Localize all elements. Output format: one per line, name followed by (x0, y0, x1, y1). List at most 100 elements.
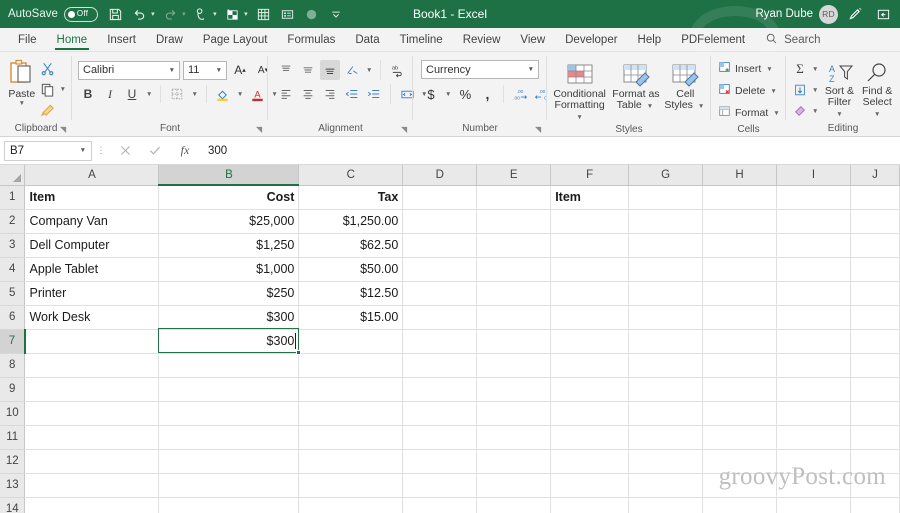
cell-A2[interactable]: Company Van (24, 209, 160, 234)
cell-F6[interactable] (550, 305, 630, 330)
user-name[interactable]: Ryan Dube (755, 8, 813, 20)
cell-J10[interactable] (850, 401, 900, 426)
cell-D2[interactable] (402, 209, 478, 234)
cell-H11[interactable] (702, 425, 778, 450)
cell-C11[interactable] (298, 425, 404, 450)
cell-J1[interactable] (850, 185, 900, 210)
cancel-icon[interactable] (110, 141, 140, 161)
cell-A4[interactable]: Apple Tablet (24, 257, 160, 282)
sort-filter-dropdown-icon[interactable]: ▼ (834, 111, 844, 118)
cell-I7[interactable] (776, 329, 851, 354)
cell-J5[interactable] (850, 281, 900, 306)
cell-I11[interactable] (776, 425, 851, 450)
cell-I14[interactable] (776, 497, 851, 513)
cell-H6[interactable] (702, 305, 778, 330)
comma-style-icon[interactable]: , (477, 84, 497, 104)
cell-A6[interactable]: Work Desk (24, 305, 160, 330)
tab-help[interactable]: Help (628, 28, 672, 51)
cell-C8[interactable] (298, 353, 404, 378)
cell-C3[interactable]: $62.50 (298, 233, 404, 258)
undo-icon[interactable] (128, 2, 152, 26)
row-header-10[interactable]: 10 (0, 401, 26, 426)
cell-E12[interactable] (476, 449, 552, 474)
cell-B3[interactable]: $1,250 (158, 233, 300, 258)
cell-D8[interactable] (402, 353, 478, 378)
touch-mode-icon[interactable] (190, 2, 214, 26)
insert-function-icon[interactable]: fx (170, 141, 200, 161)
cell-H4[interactable] (702, 257, 778, 282)
copy-dropdown-icon[interactable]: ▼ (58, 86, 68, 93)
cell-G1[interactable] (628, 185, 704, 210)
cell-J9[interactable] (850, 377, 900, 402)
cell-F12[interactable] (550, 449, 630, 474)
find-select-dropdown-icon[interactable]: ▼ (872, 111, 882, 118)
cell-A12[interactable] (24, 449, 160, 474)
column-header-g[interactable]: G (628, 165, 704, 186)
row-header-13[interactable]: 13 (0, 473, 26, 498)
cell-H9[interactable] (702, 377, 778, 402)
row-header-9[interactable]: 9 (0, 377, 26, 402)
orientation-dropdown-icon[interactable]: ▼ (364, 67, 374, 74)
cell-E3[interactable] (476, 233, 552, 258)
cell-D5[interactable] (402, 281, 478, 306)
new-sheet-icon[interactable] (221, 2, 245, 26)
calculate-icon[interactable] (252, 2, 276, 26)
cell-J11[interactable] (850, 425, 900, 450)
column-header-a[interactable]: A (24, 165, 160, 186)
name-box[interactable]: B7 ▼ (4, 140, 92, 161)
row-header-3[interactable]: 3 (0, 233, 26, 258)
format-as-table-dropdown-icon[interactable]: ▼ (645, 103, 655, 110)
save-icon[interactable] (104, 2, 128, 26)
row-header-11[interactable]: 11 (0, 425, 26, 450)
tab-review[interactable]: Review (453, 28, 511, 51)
bold-icon[interactable]: B (78, 84, 98, 104)
cell-D6[interactable] (402, 305, 478, 330)
cell-H3[interactable] (702, 233, 778, 258)
cell-I2[interactable] (776, 209, 851, 234)
decrease-indent-icon[interactable] (342, 84, 362, 104)
align-right-icon[interactable] (320, 84, 340, 104)
font-dialog-launcher[interactable]: ◥ (256, 125, 265, 134)
row-header-6[interactable]: 6 (0, 305, 26, 330)
cell-C10[interactable] (298, 401, 404, 426)
cell-E1[interactable] (476, 185, 552, 210)
conditional-formatting-dropdown-icon[interactable]: ▼ (574, 114, 584, 121)
cell-D7[interactable] (402, 329, 478, 354)
cut-icon[interactable] (38, 58, 58, 78)
tab-draw[interactable]: Draw (146, 28, 193, 51)
tab-view[interactable]: View (510, 28, 555, 51)
cell-H7[interactable] (702, 329, 778, 354)
name-box-dropdown-icon[interactable]: ▼ (80, 147, 86, 154)
tab-data[interactable]: Data (345, 28, 389, 51)
cell-E14[interactable] (476, 497, 552, 513)
cell-B6[interactable]: $300 (158, 305, 300, 330)
row-header-8[interactable]: 8 (0, 353, 26, 378)
cell-A8[interactable] (24, 353, 160, 378)
cell-C9[interactable] (298, 377, 404, 402)
cell-E7[interactable] (476, 329, 552, 354)
cell-B1[interactable]: Cost (158, 185, 300, 210)
clear-dropdown-icon[interactable]: ▼ (810, 108, 820, 115)
paste-dropdown-icon[interactable]: ▼ (17, 100, 27, 107)
increase-decimal-icon[interactable]: .00 .00 (510, 84, 530, 104)
fill-dropdown-icon[interactable]: ▼ (810, 87, 820, 94)
cell-I4[interactable] (776, 257, 851, 282)
insert-cells-button[interactable]: Insert ▼ (717, 60, 775, 79)
cell-I8[interactable] (776, 353, 851, 378)
cell-F2[interactable] (550, 209, 630, 234)
cell-D1[interactable] (402, 185, 478, 210)
cell-B12[interactable] (158, 449, 300, 474)
cell-C7[interactable] (298, 329, 404, 354)
cell-G9[interactable] (628, 377, 704, 402)
align-top-icon[interactable] (276, 60, 296, 80)
cell-C4[interactable]: $50.00 (298, 257, 404, 282)
cell-C1[interactable]: Tax (298, 185, 404, 210)
fill-color-icon[interactable] (213, 84, 233, 104)
percent-style-icon[interactable]: % (455, 84, 475, 104)
tab-file[interactable]: File (8, 28, 47, 51)
cell-D12[interactable] (402, 449, 478, 474)
cell-G7[interactable] (628, 329, 704, 354)
cell-B11[interactable] (158, 425, 300, 450)
number-format-combo[interactable]: Currency ▼ (421, 60, 539, 79)
redo-dropdown-icon[interactable]: ▾ (180, 10, 188, 18)
